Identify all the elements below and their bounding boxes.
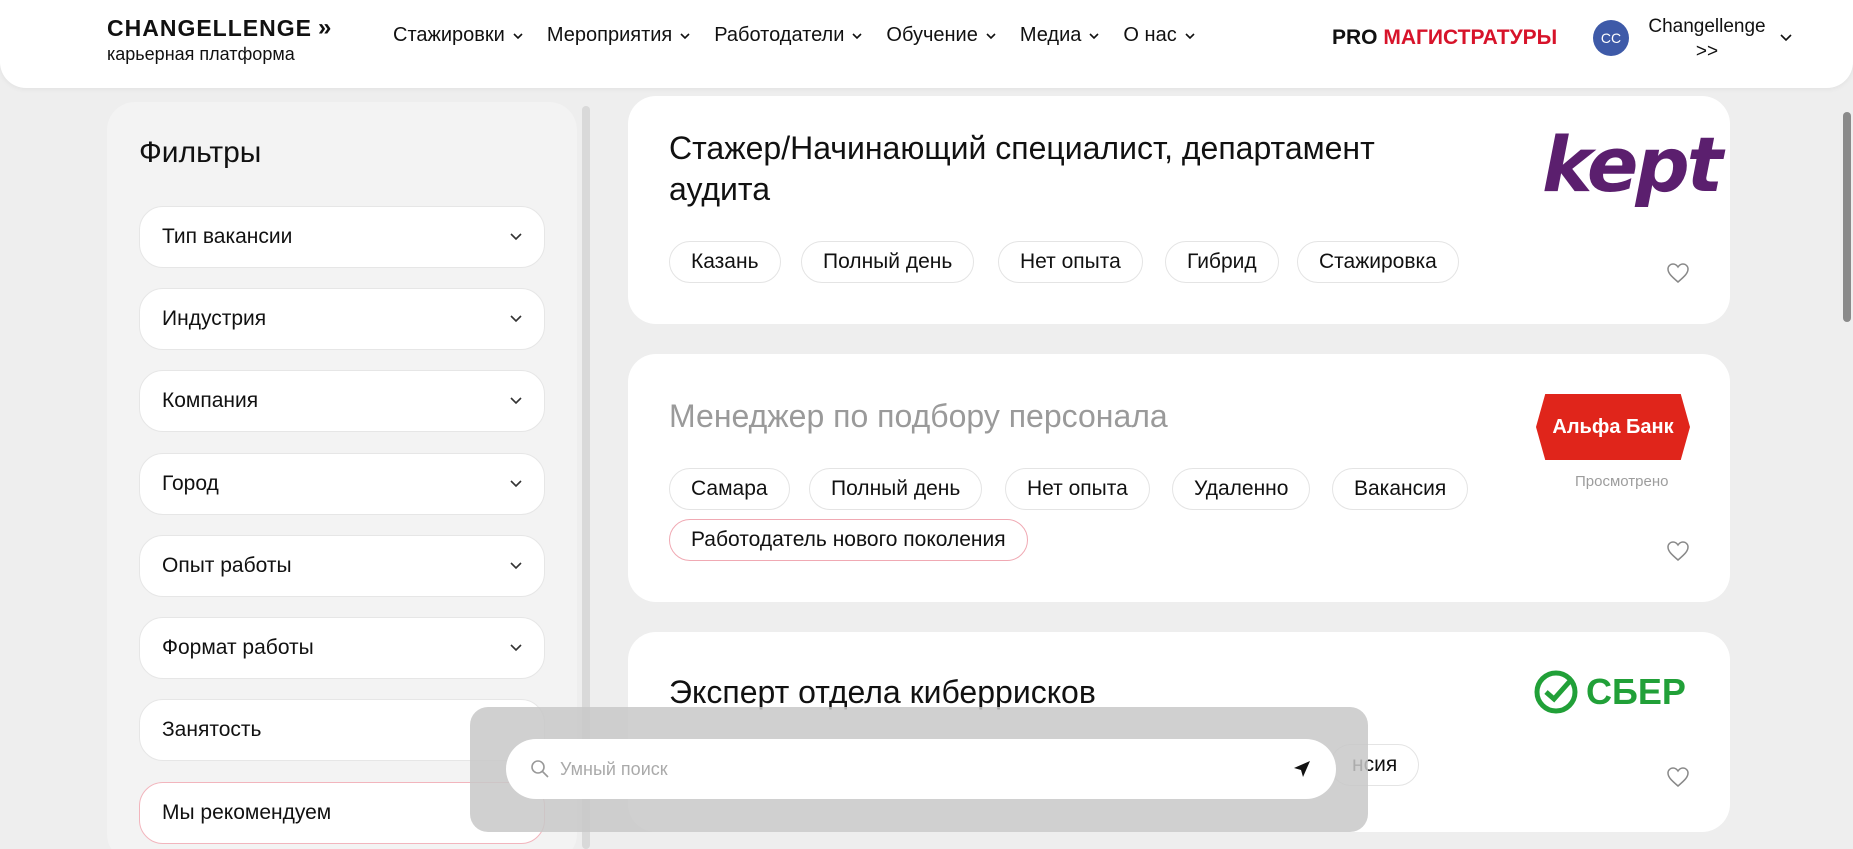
nav-item-label: Стажировки	[393, 24, 505, 46]
sber-logo-text: СБЕР	[1586, 671, 1686, 712]
company-logo-sber: СБЕР	[1534, 670, 1686, 714]
filter-label: Занятость	[162, 718, 262, 741]
nav-item-employers[interactable]: Работодатели	[714, 24, 862, 47]
site-logo[interactable]: CHANGELLENGE» карьерная платформа	[107, 14, 332, 65]
tag: Полный день	[801, 241, 975, 283]
filter-label: Мы рекомендуем	[162, 801, 332, 824]
tag: Нет опыта	[1005, 468, 1150, 510]
nav-item-events[interactable]: Мероприятия	[547, 24, 690, 47]
logo-chevrons-icon: »	[317, 14, 332, 41]
company-logo-kept: kept	[1542, 120, 1723, 209]
favorite-heart-icon[interactable]	[1666, 540, 1690, 562]
chevron-down-icon	[852, 32, 862, 39]
nav-item-label: Работодатели	[714, 24, 845, 46]
tag: Полный день	[809, 468, 983, 510]
tag: Стажировка	[1297, 241, 1459, 283]
smart-search-box	[506, 739, 1336, 799]
tag-new-generation-employer: Работодатель нового поколения	[669, 519, 1028, 561]
filters-title: Фильтры	[139, 136, 262, 169]
pro-prefix: PRO	[1332, 26, 1378, 49]
tag: Самара	[669, 468, 790, 510]
vacancy-card[interactable]: Стажер/Начинающий специалист, департамен…	[628, 96, 1730, 324]
filter-label: Компания	[162, 389, 259, 412]
chevron-down-icon	[510, 562, 522, 570]
filter-city[interactable]: Город	[139, 453, 545, 515]
logo-title: CHANGELLENGE	[107, 14, 312, 41]
vacancy-title[interactable]: Стажер/Начинающий специалист, департамен…	[669, 128, 1375, 210]
vacancy-title-line: аудита	[669, 171, 771, 207]
chevron-down-icon	[510, 480, 522, 488]
avatar[interactable]: CC	[1593, 20, 1629, 56]
chevron-down-icon	[513, 32, 523, 39]
search-icon	[531, 760, 549, 778]
main-nav: Стажировки Мероприятия Работодатели Обуч…	[393, 24, 1219, 47]
filter-company[interactable]: Компания	[139, 370, 545, 432]
send-icon[interactable]	[1292, 759, 1312, 779]
alfa-logo-text: Альфа Банк	[1552, 415, 1674, 438]
user-suffix: >>	[1695, 41, 1719, 62]
chevron-down-icon[interactable]	[1780, 32, 1792, 42]
chevron-down-icon	[510, 233, 522, 241]
nav-item-about[interactable]: О нас	[1123, 24, 1195, 47]
sber-check-icon	[1534, 670, 1578, 714]
tag: Вакансия	[1332, 468, 1469, 510]
smart-search-panel	[470, 707, 1368, 832]
filter-label: Формат работы	[162, 636, 314, 659]
nav-item-label: Обучение	[886, 24, 978, 46]
chevron-down-icon	[510, 397, 522, 405]
company-logo-alfa: Альфа Банк	[1536, 394, 1690, 460]
nav-item-media[interactable]: Медиа	[1020, 24, 1100, 47]
filter-label: Тип вакансии	[162, 225, 293, 248]
chevron-down-icon	[510, 315, 522, 323]
user-name: Changellenge	[1648, 16, 1766, 37]
filter-experience[interactable]: Опыт работы	[139, 535, 545, 597]
nav-item-education[interactable]: Обучение	[886, 24, 996, 47]
vacancy-title-line: Стажер/Начинающий специалист, департамен…	[669, 130, 1375, 166]
pro-masters-link[interactable]: PRO МАГИСТРАТУРЫ	[1332, 26, 1557, 50]
page-scrollbar[interactable]	[1843, 112, 1851, 322]
chevron-down-icon	[1185, 32, 1195, 39]
smart-search-input[interactable]	[560, 758, 1292, 780]
chevron-down-icon	[1089, 32, 1099, 39]
chevron-down-icon	[986, 32, 996, 39]
filter-industry[interactable]: Индустрия	[139, 288, 545, 350]
vacancy-title[interactable]: Менеджер по подбору персонала	[669, 396, 1168, 437]
pro-accent: МАГИСТРАТУРЫ	[1383, 26, 1558, 49]
user-menu[interactable]: Changellenge >>	[1642, 14, 1772, 64]
nav-item-label: Мероприятия	[546, 24, 673, 46]
chevron-down-icon	[680, 32, 690, 39]
filter-vacancy-type[interactable]: Тип вакансии	[139, 206, 545, 268]
tag: Удаленно	[1172, 468, 1311, 510]
tag: Гибрид	[1165, 241, 1279, 283]
filter-label: Город	[162, 472, 219, 495]
top-navigation-bar: CHANGELLENGE» карьерная платформа Стажир…	[0, 0, 1853, 88]
favorite-heart-icon[interactable]	[1666, 766, 1690, 788]
tag: Нет опыта	[998, 241, 1143, 283]
chevron-down-icon	[510, 644, 522, 652]
favorite-heart-icon[interactable]	[1666, 262, 1690, 284]
logo-subtitle: карьерная платформа	[107, 44, 295, 64]
tag: Казань	[669, 241, 781, 283]
filter-work-format[interactable]: Формат работы	[139, 617, 545, 679]
filter-label: Индустрия	[162, 307, 267, 330]
filter-label: Опыт работы	[162, 554, 292, 577]
viewed-label: Просмотрено	[1575, 473, 1669, 490]
nav-item-internships[interactable]: Стажировки	[393, 24, 523, 47]
nav-item-label: О нас	[1123, 24, 1177, 46]
nav-item-label: Медиа	[1019, 24, 1082, 46]
vacancy-card[interactable]: Менеджер по подбору персонала Альфа Банк…	[628, 354, 1730, 602]
